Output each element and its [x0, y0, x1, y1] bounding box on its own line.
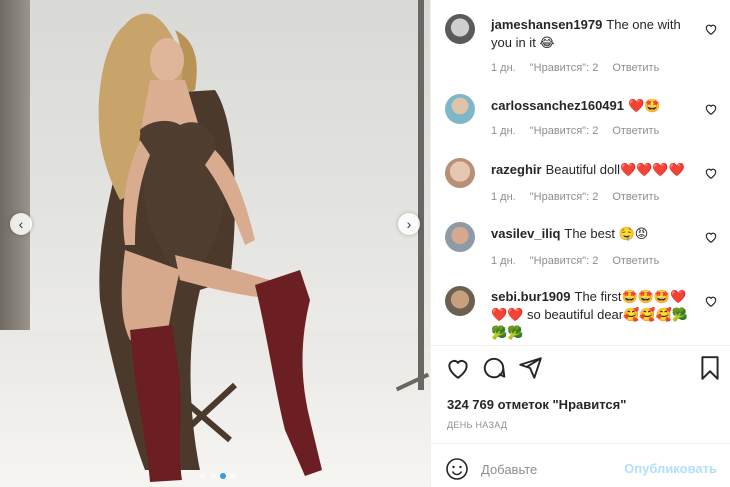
heart-outline-icon[interactable]	[704, 22, 718, 36]
likes-count[interactable]: 324 769 отметок "Нравится"	[447, 397, 626, 412]
avatar[interactable]	[445, 158, 475, 188]
carousel-indicator	[200, 473, 236, 479]
comment-body: ❤️🤩	[627, 98, 661, 113]
comment-username[interactable]: carlossanchez160491	[491, 98, 624, 113]
reply-button[interactable]: Ответить	[612, 62, 659, 74]
comment-time[interactable]: 1 дн.	[491, 125, 516, 137]
heart-outline-icon[interactable]	[704, 230, 718, 244]
comment-text-block: sebi.bur1909 The first🤩🤩🤩❤️❤️❤️ so beauti…	[491, 288, 696, 342]
comment-meta: 1 дн. "Нравится": 2 Ответить	[491, 255, 659, 267]
comment-body: The best 🤤😡	[564, 226, 649, 241]
avatar[interactable]	[445, 94, 475, 124]
comment-username[interactable]: sebi.bur1909	[491, 289, 571, 304]
add-comment-row: Опубликовать	[431, 443, 730, 487]
comment-meta: 1 дн. "Нравится": 2 Ответить	[491, 125, 659, 137]
comment-text-block: jameshansen1979 The one with you in it 😂	[491, 16, 696, 52]
comment-meta: 1 дн. "Нравится": 2 Ответить	[491, 62, 659, 74]
comment-text-block: carlossanchez160491 ❤️🤩	[491, 97, 696, 115]
comment-likes[interactable]: "Нравится": 2	[530, 125, 599, 137]
avatar[interactable]	[445, 286, 475, 316]
avatar[interactable]	[445, 14, 475, 44]
comments-list[interactable]: jameshansen1979 The one with you in it 😂 …	[431, 0, 730, 345]
carousel-prev-button[interactable]: ‹	[10, 213, 32, 235]
comment-text-block: vasilev_iliq The best 🤤😡	[491, 225, 696, 243]
reply-button[interactable]: Ответить	[612, 191, 659, 203]
post-actions	[445, 355, 725, 385]
comment-username[interactable]: jameshansen1979	[491, 17, 602, 32]
chevron-left-icon: ‹	[18, 216, 24, 232]
comment-username[interactable]: razeghir	[491, 162, 542, 177]
post-time[interactable]: ДЕНЬ НАЗАД	[447, 420, 507, 430]
divider	[431, 345, 730, 346]
bookmark-icon[interactable]	[697, 355, 723, 381]
heart-outline-icon[interactable]	[704, 294, 718, 308]
carousel-dot	[230, 473, 236, 479]
heart-outline-icon[interactable]	[704, 166, 718, 180]
carousel-dot	[200, 473, 206, 479]
carousel-next-button[interactable]: ›	[398, 213, 420, 235]
comment-bubble-icon[interactable]	[481, 355, 507, 381]
reply-button[interactable]: Ответить	[612, 255, 659, 267]
comment-body: Beautiful doll❤️❤️❤️❤️	[545, 162, 685, 177]
share-paper-plane-icon[interactable]	[517, 355, 543, 381]
comment-likes[interactable]: "Нравится": 2	[530, 191, 599, 203]
publish-button[interactable]: Опубликовать	[624, 461, 717, 476]
carousel-dot	[210, 473, 216, 479]
chevron-right-icon: ›	[406, 216, 412, 232]
emoji-smile-icon[interactable]	[445, 457, 469, 481]
heart-outline-icon[interactable]	[704, 102, 718, 116]
post-side-panel: jameshansen1979 The one with you in it 😂 …	[430, 0, 730, 487]
post-photo[interactable]: ‹ ›	[0, 0, 430, 487]
like-heart-icon[interactable]	[445, 355, 471, 381]
comment-text-block: razeghir Beautiful doll❤️❤️❤️❤️	[491, 161, 696, 179]
comment-likes[interactable]: "Нравится": 2	[530, 255, 599, 267]
comment-likes[interactable]: "Нравится": 2	[530, 62, 599, 74]
comment-time[interactable]: 1 дн.	[491, 62, 516, 74]
model-illustration	[98, 13, 322, 482]
comment-time[interactable]: 1 дн.	[491, 191, 516, 203]
comment-time[interactable]: 1 дн.	[491, 255, 516, 267]
comment-meta: 1 дн. "Нравится": 2 Ответить	[491, 191, 659, 203]
avatar[interactable]	[445, 222, 475, 252]
carousel-dot-active	[220, 473, 226, 479]
reply-button[interactable]: Ответить	[612, 125, 659, 137]
comment-username[interactable]: vasilev_iliq	[491, 226, 560, 241]
